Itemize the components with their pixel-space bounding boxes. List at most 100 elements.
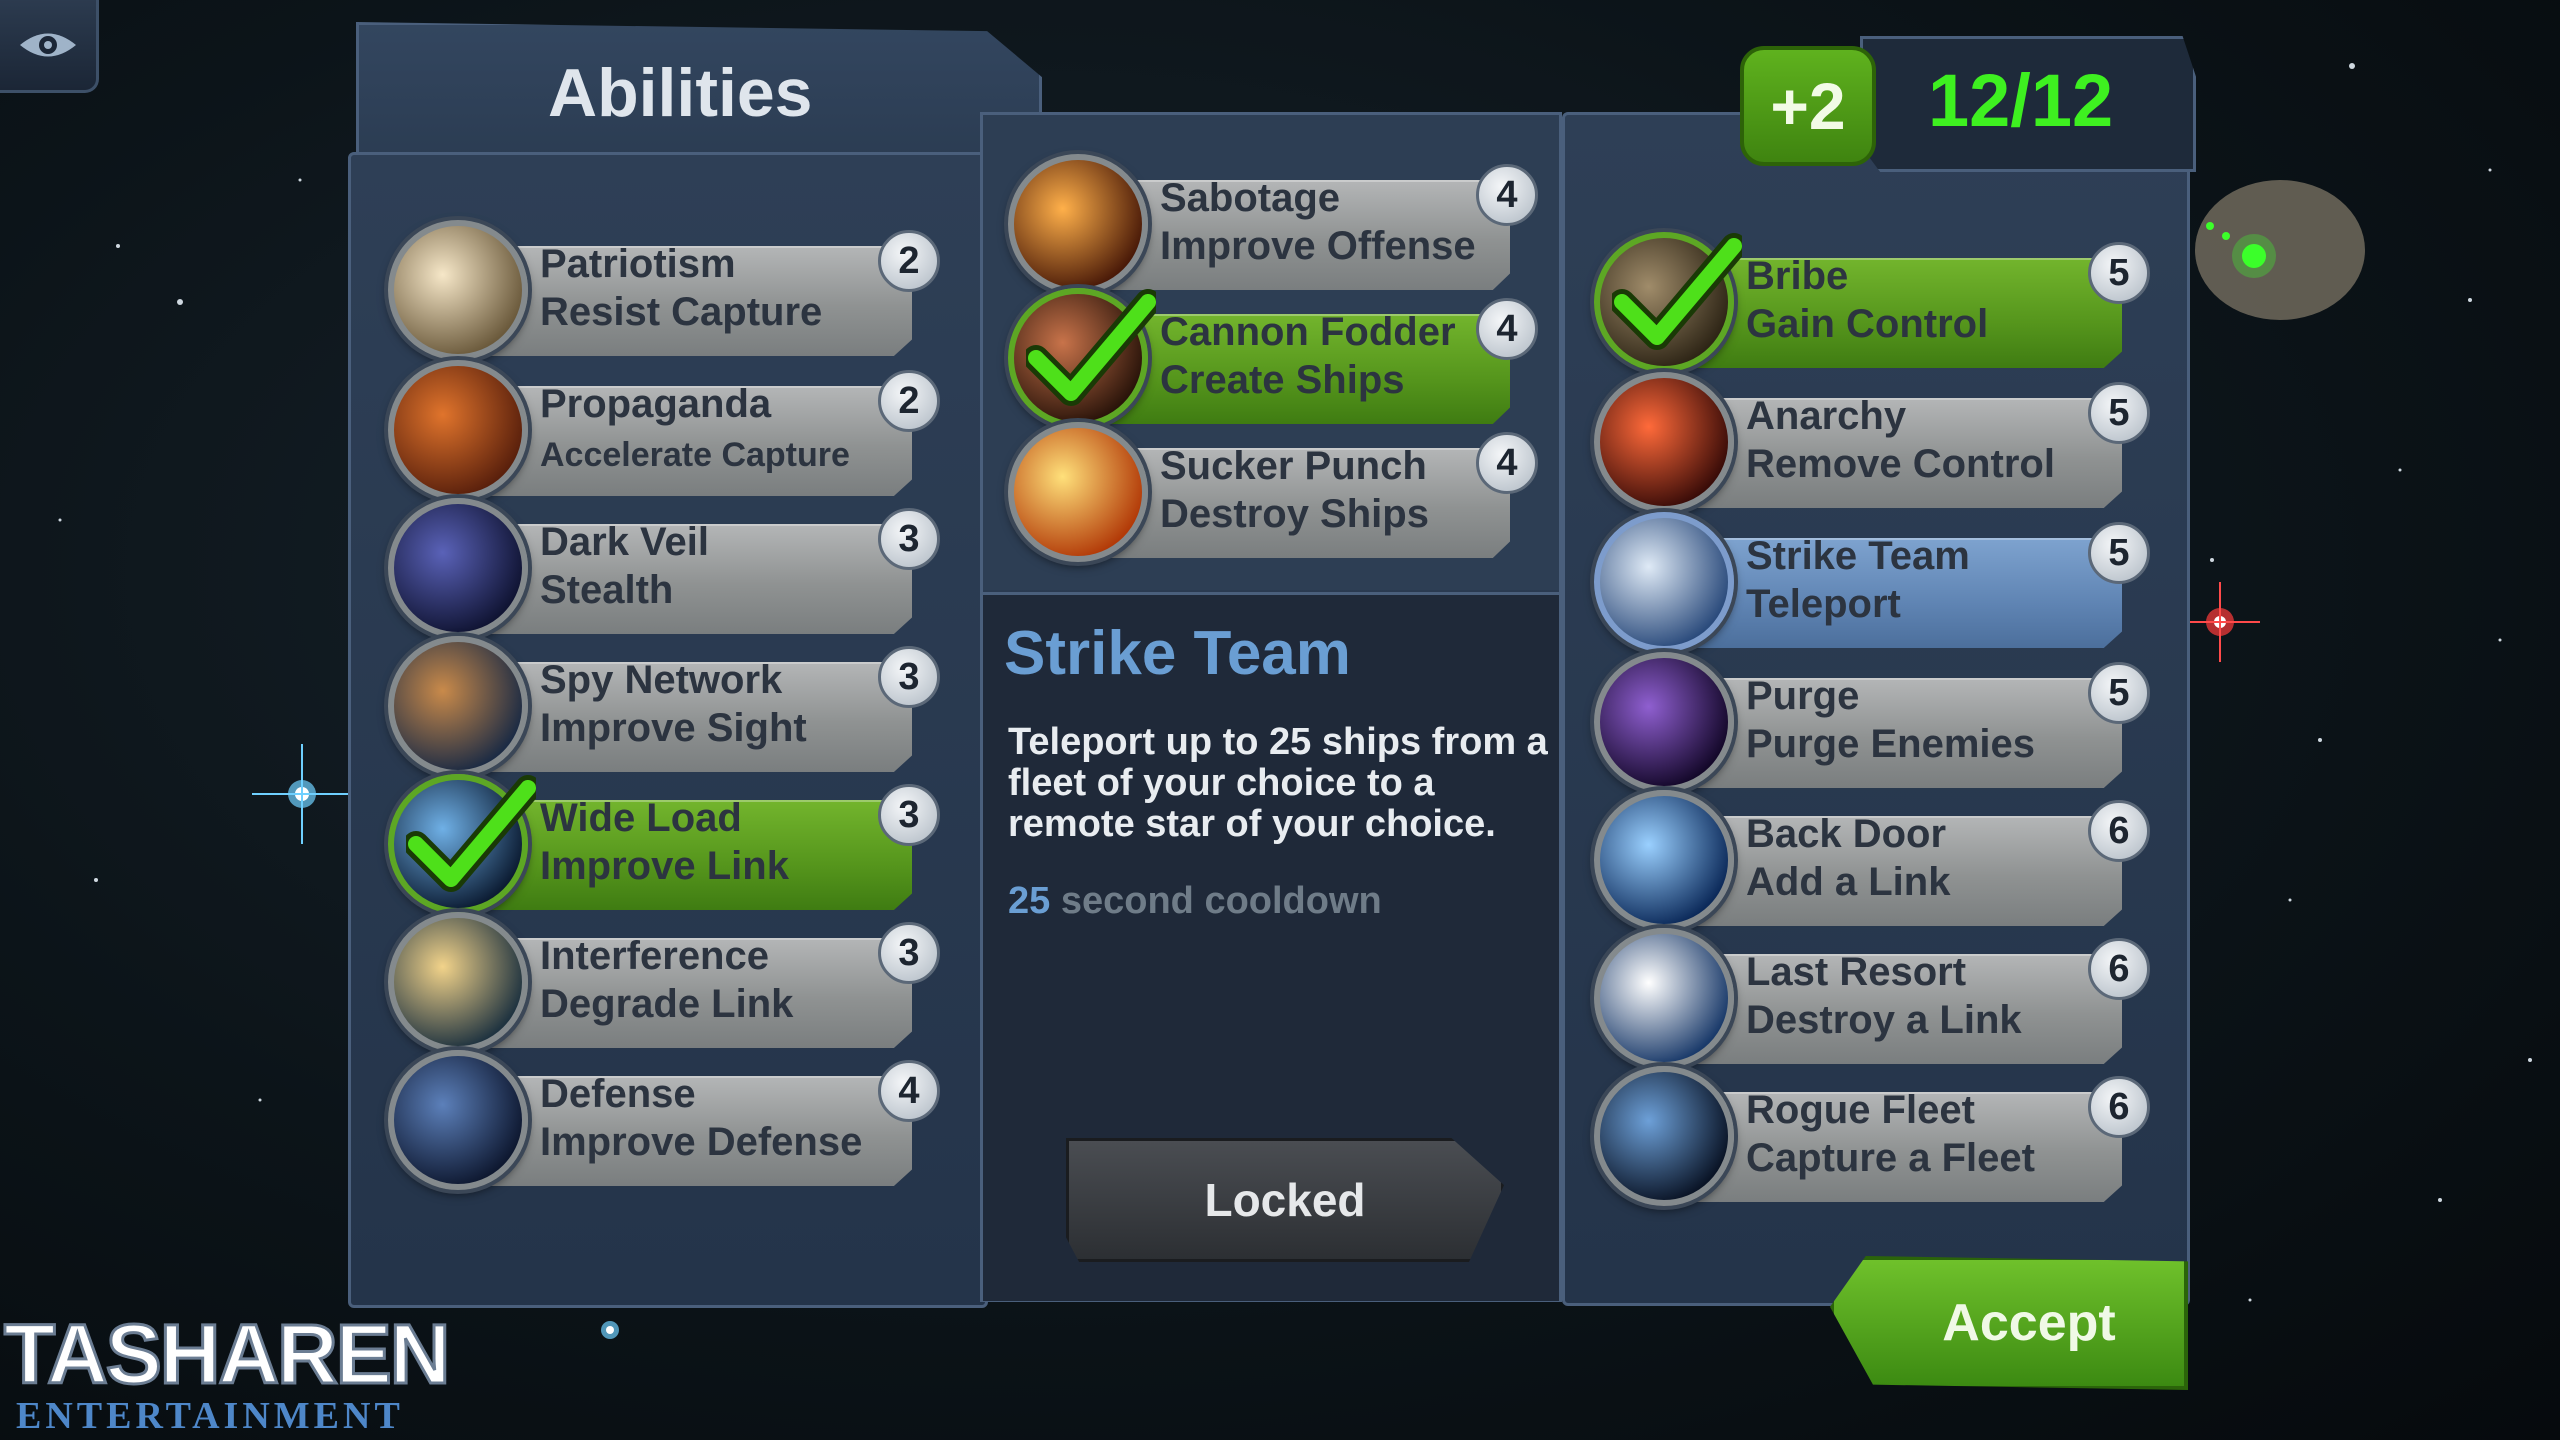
ability-cost-badge: 4 [1476,432,1538,494]
bonus-points-badge: +2 [1740,46,1876,166]
comet-icon [388,912,528,1052]
details-title: Strike Team [1004,619,1351,688]
blue-star [252,744,352,844]
cooldown-text: 25 second cooldown [1008,880,1382,923]
ship-icon [388,1050,528,1190]
ability-rogue-fleet[interactable]: Rogue Fleet Capture a Fleet 6 [1594,1066,2150,1206]
red-planet-icon [388,360,528,500]
ability-cost-badge: 6 [2088,938,2150,1000]
ability-name: Defense [540,1072,696,1116]
ability-cost-badge: 2 [878,370,940,432]
ability-name: Last Resort [1746,950,1967,994]
cooldown-value: 25 [1008,880,1051,922]
ability-name: Interference [540,934,769,978]
ability-name: Sucker Punch [1160,444,1427,488]
checkmark-icon [406,775,536,892]
ability-description: Purge Enemies [1746,722,2036,766]
ability-cost-badge: 5 [2088,382,2150,444]
ability-description: Accelerate Capture [540,436,850,474]
ability-strike-team[interactable]: Strike Team Teleport 5 [1594,512,2150,652]
ability-interference[interactable]: Interference Degrade Link 3 [388,912,940,1052]
ability-description: Destroy a Link [1746,998,2022,1042]
ability-purge[interactable]: Purge Purge Enemies 5 [1594,652,2150,792]
logo-line2: ENTERTAINMENT [16,1395,404,1437]
ability-cost-badge: 3 [878,508,940,570]
ability-name: Purge [1746,674,1860,718]
nebula-icon [388,498,528,638]
ability-name: Dark Veil [540,520,710,564]
ability-name: Rogue Fleet [1746,1088,1975,1132]
tasharen-logo: TASHAREN ENTERTAINMENT [2,1307,451,1437]
ability-cost-badge: 5 [2088,242,2150,304]
points-counter: 12/12 [1928,59,2114,142]
ability-cost-badge: 3 [878,922,940,984]
ability-description: Add a Link [1746,860,1951,904]
fleet-icon [1594,1066,1734,1206]
checkmark-icon [1026,289,1156,406]
ability-cost-badge: 6 [2088,1076,2150,1138]
ability-back-door[interactable]: Back Door Add a Link 6 [1594,790,2150,930]
fire-icon [1594,372,1734,512]
ability-description: Resist Capture [540,290,823,334]
ability-cost-badge: 3 [878,646,940,708]
ability-description: Improve Offense [1160,224,1476,268]
satellite-icon [388,636,528,776]
details-description: Teleport up to 25 ships from a fleet of … [1008,721,1548,845]
locked-button[interactable]: Locked [1066,1138,1504,1262]
ability-name: Cannon Fodder [1160,310,1456,354]
ability-cost-badge: 2 [878,230,940,292]
visibility-toggle-button[interactable] [0,0,99,93]
purge-icon [1594,652,1734,792]
ability-cannon-fodder[interactable]: Cannon Fodder Create Ships 4 [1008,288,1538,428]
meteor-icon [1594,928,1734,1068]
ability-description: Teleport [1746,582,1901,626]
blue-star-small [601,1321,619,1339]
ability-cost-badge: 5 [2088,522,2150,584]
ability-name: Back Door [1746,812,1947,856]
ability-description: Destroy Ships [1160,492,1429,536]
ability-name: Anarchy [1746,394,1907,438]
ability-description: Create Ships [1160,358,1405,402]
ability-name: Patriotism [540,242,736,286]
ability-sucker-punch[interactable]: Sucker Punch Destroy Ships 4 [1008,422,1538,562]
ability-name: Strike Team [1746,534,1970,578]
ability-name: Wide Load [540,796,742,840]
ability-description: Improve Defense [540,1120,863,1164]
checkmark-icon [1612,233,1742,350]
ability-cost-badge: 4 [878,1060,940,1122]
blast-icon [1008,422,1148,562]
galaxy-icon [1594,512,1734,652]
accept-button[interactable]: Accept [1830,1256,2188,1390]
ability-cost-badge: 4 [1476,298,1538,360]
explosion-icon [1008,154,1148,294]
cooldown-label: second cooldown [1060,880,1382,922]
ability-description: Degrade Link [540,982,794,1026]
ability-sabotage[interactable]: Sabotage Improve Offense 4 [1008,154,1538,294]
ability-defense[interactable]: Defense Improve Defense 4 [388,1050,940,1190]
ability-description: Improve Sight [540,706,807,750]
ability-patriotism[interactable]: Patriotism Resist Capture 2 [388,220,940,360]
ability-description: Gain Control [1746,302,1989,346]
ability-cost-badge: 5 [2088,662,2150,724]
ability-description: Stealth [540,568,674,612]
page-title: Abilities [548,55,813,131]
planet-flare-icon [388,220,528,360]
ability-description: Capture a Fleet [1746,1136,2035,1180]
asteroid-field [2195,180,2365,320]
wormhole-icon [1594,790,1734,930]
ability-propaganda[interactable]: Propaganda Accelerate Capture 2 [388,360,940,500]
ability-wide-load[interactable]: Wide Load Improve Link 3 [388,774,940,914]
ability-name: Bribe [1746,254,1849,298]
ability-name: Spy Network [540,658,783,702]
ability-anarchy[interactable]: Anarchy Remove Control 5 [1594,372,2150,512]
eye-icon [20,33,76,57]
ability-name: Propaganda [540,382,772,426]
ability-dark-veil[interactable]: Dark Veil Stealth 3 [388,498,940,638]
ability-spy-network[interactable]: Spy Network Improve Sight 3 [388,636,940,776]
ability-last-resort[interactable]: Last Resort Destroy a Link 6 [1594,928,2150,1068]
logo-line1: TASHAREN [2,1307,451,1401]
ability-cost-badge: 4 [1476,164,1538,226]
ability-description: Remove Control [1746,442,2055,486]
ability-bribe[interactable]: Bribe Gain Control 5 [1594,232,2150,372]
ability-cost-badge: 3 [878,784,940,846]
